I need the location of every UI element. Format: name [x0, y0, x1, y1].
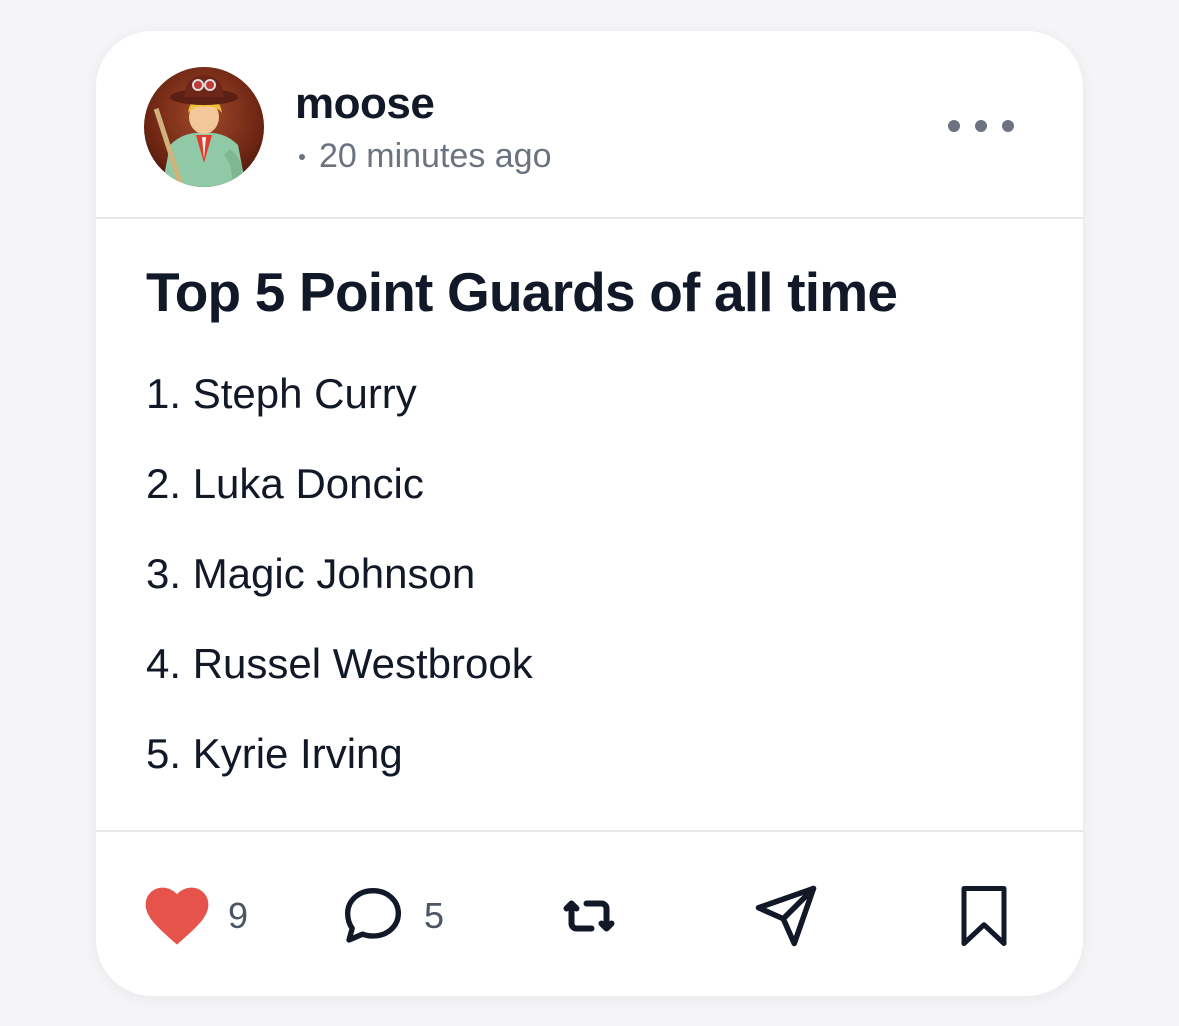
repost-button[interactable] [554, 884, 624, 948]
list-item: 5. Kyrie Irving [146, 730, 403, 777]
timestamp: 20 minutes ago [319, 137, 552, 175]
list-item: 4. Russel Westbrook [146, 640, 533, 687]
post-meta: 20 minutes ago [295, 137, 552, 176]
dot-icon [975, 120, 987, 132]
post-card: moose 20 minutes ago Top 5 Point Guards … [96, 31, 1083, 996]
post-actions: 9 5 [96, 830, 1083, 996]
dot-icon [948, 120, 960, 132]
post-header: moose 20 minutes ago [96, 31, 1083, 219]
speech-bubble-icon [345, 888, 401, 943]
list-item: 3. Magic Johnson [146, 550, 476, 597]
comment-count: 5 [424, 895, 445, 936]
username[interactable]: moose [295, 79, 435, 129]
more-options-button[interactable] [948, 111, 1014, 141]
separator-dot [299, 153, 305, 160]
list-item: 1. Steph Curry [146, 370, 417, 417]
repost-icon [563, 900, 615, 932]
like-count: 9 [228, 895, 249, 936]
share-button[interactable] [751, 884, 821, 948]
comment-button[interactable]: 5 [340, 884, 444, 948]
like-button[interactable]: 9 [144, 884, 248, 948]
dot-icon [1002, 120, 1014, 132]
post-title: Top 5 Point Guards of all time [146, 261, 898, 323]
paper-plane-icon [755, 885, 817, 947]
heart-icon [145, 887, 209, 945]
avatar[interactable] [144, 67, 264, 187]
list-item: 2. Luka Doncic [146, 460, 424, 507]
bookmark-icon [961, 886, 1007, 946]
bookmark-button[interactable] [954, 884, 1014, 948]
post-content: Top 5 Point Guards of all time 1. Steph … [146, 253, 1036, 799]
avatar-image [144, 67, 264, 187]
